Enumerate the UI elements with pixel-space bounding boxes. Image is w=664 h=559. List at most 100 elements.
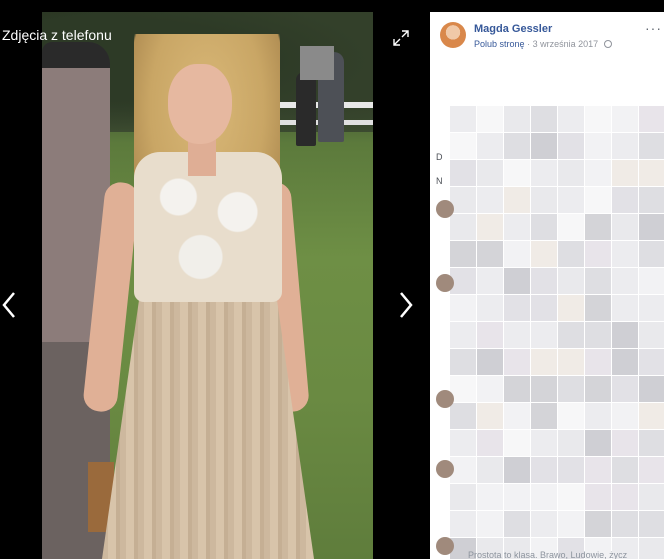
pixelated-block — [558, 376, 584, 402]
pixelated-block — [585, 160, 611, 186]
pixelated-block — [639, 106, 664, 132]
pixelated-block — [585, 268, 611, 294]
author-avatar[interactable] — [440, 22, 466, 48]
post-date[interactable]: 3 września 2017 — [533, 39, 599, 49]
comment-avatar[interactable] — [436, 274, 454, 292]
more-options-button[interactable]: ··· — [645, 20, 662, 36]
pixelated-block — [612, 349, 638, 375]
pixelated-block — [477, 457, 503, 483]
pixelated-block — [450, 430, 476, 456]
pixelated-block — [612, 430, 638, 456]
comment-avatar[interactable] — [436, 537, 454, 555]
pixelated-block — [504, 376, 530, 402]
pixelated-block — [612, 457, 638, 483]
pixelated-block — [639, 511, 664, 537]
pixelated-block — [558, 214, 584, 240]
pixelated-block — [531, 511, 557, 537]
pixelated-block — [585, 484, 611, 510]
pixelated-block — [639, 295, 664, 321]
pixelated-block — [558, 457, 584, 483]
pixelated-block — [477, 268, 503, 294]
photo-woman-face — [168, 64, 232, 144]
pixelated-block — [531, 349, 557, 375]
pixelated-block — [477, 322, 503, 348]
comment-letter: N — [436, 176, 443, 186]
pixelated-block — [612, 484, 638, 510]
pixelated-block — [612, 322, 638, 348]
pixelated-block — [531, 268, 557, 294]
pixelated-block — [639, 160, 664, 186]
pixelated-block — [639, 376, 664, 402]
pixelated-block — [558, 511, 584, 537]
pixelated-block — [531, 106, 557, 132]
pixelated-block — [450, 322, 476, 348]
author-name[interactable]: Magda Gessler — [474, 23, 552, 35]
pixelated-comments-area — [436, 106, 664, 559]
comment-avatar[interactable] — [436, 200, 454, 218]
pixelated-block — [450, 484, 476, 510]
pixelated-block — [639, 457, 664, 483]
pixelated-block — [531, 160, 557, 186]
pixelated-block — [585, 133, 611, 159]
photo-blurred-face — [300, 46, 334, 80]
pixelated-block — [504, 511, 530, 537]
pixelated-block — [612, 241, 638, 267]
pixelated-block — [504, 349, 530, 375]
post-meta: Polub stronę · 3 września 2017 — [474, 39, 612, 49]
like-page-link[interactable]: Polub stronę — [474, 39, 525, 49]
pixelated-block — [531, 133, 557, 159]
pixelated-block — [639, 322, 664, 348]
previous-photo-button[interactable] — [0, 290, 22, 320]
pixelated-block — [450, 241, 476, 267]
pixelated-block — [504, 403, 530, 429]
pixelated-block — [558, 241, 584, 267]
next-photo-button[interactable] — [396, 290, 418, 320]
pixelated-block — [585, 403, 611, 429]
pixelated-block — [504, 295, 530, 321]
pixelated-block — [477, 403, 503, 429]
pixelated-block — [477, 160, 503, 186]
pixelated-block — [558, 133, 584, 159]
pixelated-block — [585, 457, 611, 483]
pixelated-block — [612, 214, 638, 240]
pixelated-block — [612, 106, 638, 132]
album-title[interactable]: Zdjęcia z telefonu — [2, 27, 112, 43]
pixelated-block — [477, 187, 503, 213]
pixelated-block — [531, 403, 557, 429]
pixelated-block — [504, 268, 530, 294]
pixelated-block — [531, 241, 557, 267]
pixelated-block — [558, 430, 584, 456]
pixelated-block — [450, 160, 476, 186]
pixelated-block — [585, 376, 611, 402]
pixelated-block — [639, 241, 664, 267]
pixelated-block — [639, 484, 664, 510]
pixelated-block — [639, 538, 664, 559]
expand-icon[interactable] — [393, 30, 409, 46]
pixelated-block — [504, 187, 530, 213]
pixelated-block — [477, 511, 503, 537]
comment-avatar[interactable] — [436, 460, 454, 478]
pixelated-block — [558, 484, 584, 510]
pixelated-block — [477, 484, 503, 510]
comment-avatar[interactable] — [436, 390, 454, 408]
pixelated-block — [639, 133, 664, 159]
globe-icon — [603, 40, 612, 48]
pixelated-block — [531, 295, 557, 321]
pixelated-block — [504, 484, 530, 510]
pixelated-block — [531, 322, 557, 348]
pixelated-block — [450, 511, 476, 537]
pixelated-block — [612, 133, 638, 159]
pixelated-block — [450, 106, 476, 132]
pixelated-block — [585, 187, 611, 213]
pixelated-block — [585, 349, 611, 375]
pixelated-block — [531, 457, 557, 483]
chevron-right-icon — [396, 292, 418, 324]
pixelated-block — [477, 214, 503, 240]
pixelated-block — [477, 376, 503, 402]
pixelated-block — [558, 160, 584, 186]
pixelated-block — [558, 187, 584, 213]
pixelated-block — [639, 403, 664, 429]
meta-separator: · — [527, 39, 531, 49]
pixelated-block — [504, 214, 530, 240]
pixelated-block — [639, 214, 664, 240]
